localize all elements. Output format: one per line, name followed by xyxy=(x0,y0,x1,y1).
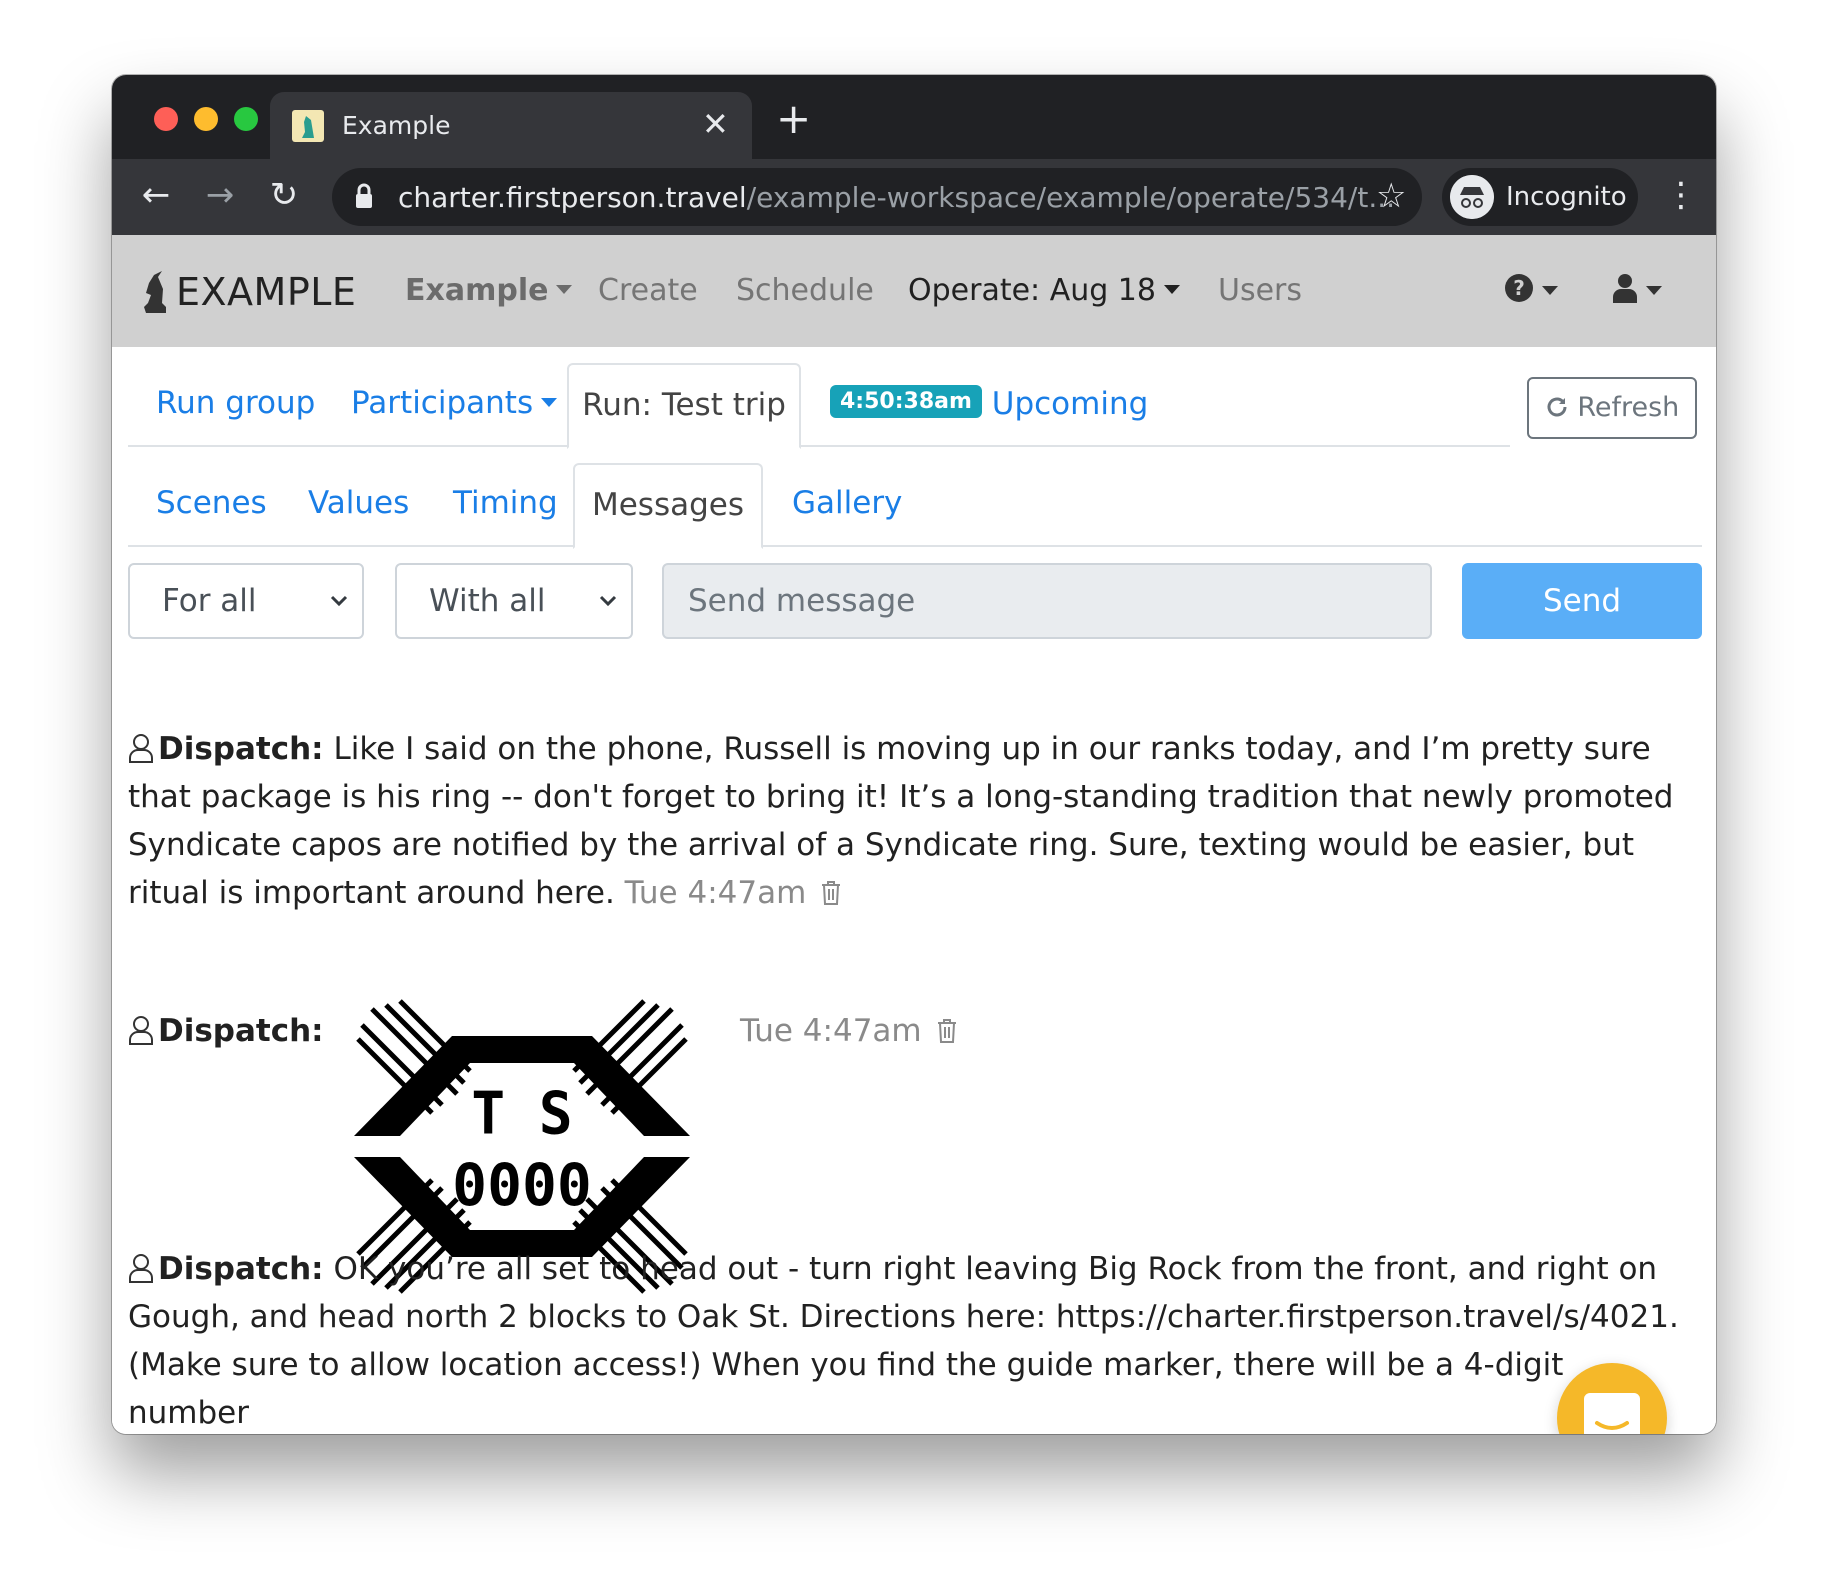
ring-text-line2: 0000 xyxy=(452,1151,592,1219)
brand-name: EXAMPLE xyxy=(176,270,357,314)
reload-icon[interactable]: ↻ xyxy=(262,173,306,217)
tab-title: Example xyxy=(342,111,451,140)
message-text: Like I said on the phone, Russell is mov… xyxy=(128,731,1674,911)
url-host: charter.firstperson.travel xyxy=(398,181,747,214)
address-bar[interactable]: charter.firstperson.travel/example-works… xyxy=(332,168,1422,226)
message-timestamp: Tue 4:47am xyxy=(740,1007,958,1055)
browser-menu-icon[interactable]: ⋮ xyxy=(1664,173,1698,217)
incognito-icon xyxy=(1450,175,1494,219)
tab-values[interactable]: Values xyxy=(308,485,409,521)
sender-select-value: With all xyxy=(429,583,546,619)
url-path: /example-workspace/example/operate/534/t… xyxy=(746,181,1396,214)
incognito-profile[interactable]: Incognito xyxy=(1442,168,1638,226)
minimize-window-button[interactable] xyxy=(194,107,218,131)
operate-dropdown[interactable]: Operate: Aug 18 xyxy=(908,273,1180,308)
url-text: charter.firstperson.travel/example-works… xyxy=(398,181,1395,214)
user-icon xyxy=(1613,274,1637,303)
tab-upcoming[interactable]: 4:50:38am Upcoming xyxy=(830,385,1148,422)
trash-icon[interactable] xyxy=(820,880,842,906)
browser-window: Example ✕ + ← → ↻ charter.firstperson.tr… xyxy=(112,75,1716,1434)
person-icon xyxy=(129,734,153,763)
back-arrow-icon[interactable]: ← xyxy=(134,173,178,217)
send-button[interactable]: Send xyxy=(1462,563,1702,639)
nav-schedule[interactable]: Schedule xyxy=(736,273,874,308)
time-badge: 4:50:38am xyxy=(830,385,982,418)
workspace-dropdown[interactable]: Example xyxy=(405,273,573,308)
tab-gallery[interactable]: Gallery xyxy=(792,485,902,521)
help-dropdown[interactable]: ? xyxy=(1504,273,1558,303)
user-dropdown[interactable] xyxy=(1612,273,1662,303)
section-tabs: Scenes Values Timing Messages Gallery xyxy=(128,463,1702,549)
tab-close-icon[interactable]: ✕ xyxy=(702,104,729,144)
new-tab-icon[interactable]: + xyxy=(776,97,811,141)
participants-label: Participants xyxy=(351,385,534,421)
recipient-select-value: For all xyxy=(162,583,257,619)
caret-down-icon xyxy=(541,398,558,407)
message-timestamp: Tue 4:47am xyxy=(624,875,807,911)
messages-tab-label: Messages xyxy=(591,487,745,523)
person-icon xyxy=(129,1016,153,1045)
app-navbar: EXAMPLE Example Create Schedule Operate:… xyxy=(112,235,1716,347)
workspace-label: Example xyxy=(405,273,549,308)
sender-select[interactable]: With all xyxy=(395,563,633,639)
browser-toolbar: ← → ↻ charter.firstperson.travel/example… xyxy=(112,159,1716,235)
caret-down-icon xyxy=(556,285,573,294)
maximize-window-button[interactable] xyxy=(234,107,258,131)
message-sender: Dispatch: xyxy=(158,1013,324,1049)
page-content: Run group Participants Run: Test trip 4:… xyxy=(112,347,1716,1434)
chat-launcher-button[interactable] xyxy=(1557,1363,1667,1434)
brand[interactable]: EXAMPLE xyxy=(140,269,356,315)
ring-text-line1: T S xyxy=(471,1079,572,1148)
person-icon xyxy=(129,1254,153,1283)
incognito-label: Incognito xyxy=(1506,182,1627,212)
forward-arrow-icon[interactable]: → xyxy=(198,173,242,217)
caret-down-icon xyxy=(1646,286,1662,295)
message-sender: Dispatch: xyxy=(158,1251,324,1287)
caret-down-icon xyxy=(1542,286,1558,295)
run-tabs: Run group Participants Run: Test trip 4:… xyxy=(128,363,1510,449)
favicon-icon xyxy=(292,110,324,142)
message-sender: Dispatch: xyxy=(158,731,324,767)
caret-down-icon xyxy=(1163,285,1180,294)
chat-bubble-icon xyxy=(1584,1393,1640,1434)
tab-messages[interactable]: Messages xyxy=(573,463,763,549)
tab-scenes[interactable]: Scenes xyxy=(156,485,267,521)
tab-timing[interactable]: Timing xyxy=(453,485,558,521)
tab-run-group[interactable]: Run group xyxy=(156,385,315,421)
bookmark-star-icon[interactable]: ☆ xyxy=(1376,172,1406,220)
svg-text:?: ? xyxy=(1513,276,1525,300)
send-message-placeholder: Send message xyxy=(688,583,916,619)
close-window-button[interactable] xyxy=(154,107,178,131)
browser-tab[interactable]: Example ✕ xyxy=(270,92,752,159)
browser-tabbar: Example ✕ + xyxy=(112,75,1716,159)
chess-knight-logo-icon xyxy=(144,271,166,313)
refresh-label: Refresh xyxy=(1577,392,1680,423)
message-timestamp-text: Tue 4:47am xyxy=(740,1013,922,1049)
question-circle-icon: ? xyxy=(1505,274,1533,302)
recipient-select[interactable]: For all xyxy=(128,563,364,639)
chevron-down-icon xyxy=(330,595,348,607)
message-item: Dispatch: Like I said on the phone, Russ… xyxy=(128,725,1688,917)
refresh-icon xyxy=(1547,397,1567,417)
operate-label: Operate: Aug 18 xyxy=(908,273,1156,308)
upcoming-label: Upcoming xyxy=(991,386,1149,422)
nav-create[interactable]: Create xyxy=(598,273,698,308)
nav-users[interactable]: Users xyxy=(1218,273,1302,308)
participants-dropdown[interactable]: Participants xyxy=(351,385,558,421)
chevron-down-icon xyxy=(599,595,617,607)
lock-icon xyxy=(356,183,372,208)
run-tab-label: Run: Test trip xyxy=(582,387,786,423)
trash-icon[interactable] xyxy=(936,1018,958,1044)
tab-run-test-trip[interactable]: Run: Test trip xyxy=(567,363,801,449)
message-item: Dispatch: OK you’re all set to head out … xyxy=(128,1245,1688,1434)
message-text: OK you’re all set to head out - turn rig… xyxy=(128,1251,1679,1431)
send-message-input[interactable]: Send message xyxy=(662,563,1432,639)
refresh-button[interactable]: Refresh xyxy=(1527,377,1697,439)
